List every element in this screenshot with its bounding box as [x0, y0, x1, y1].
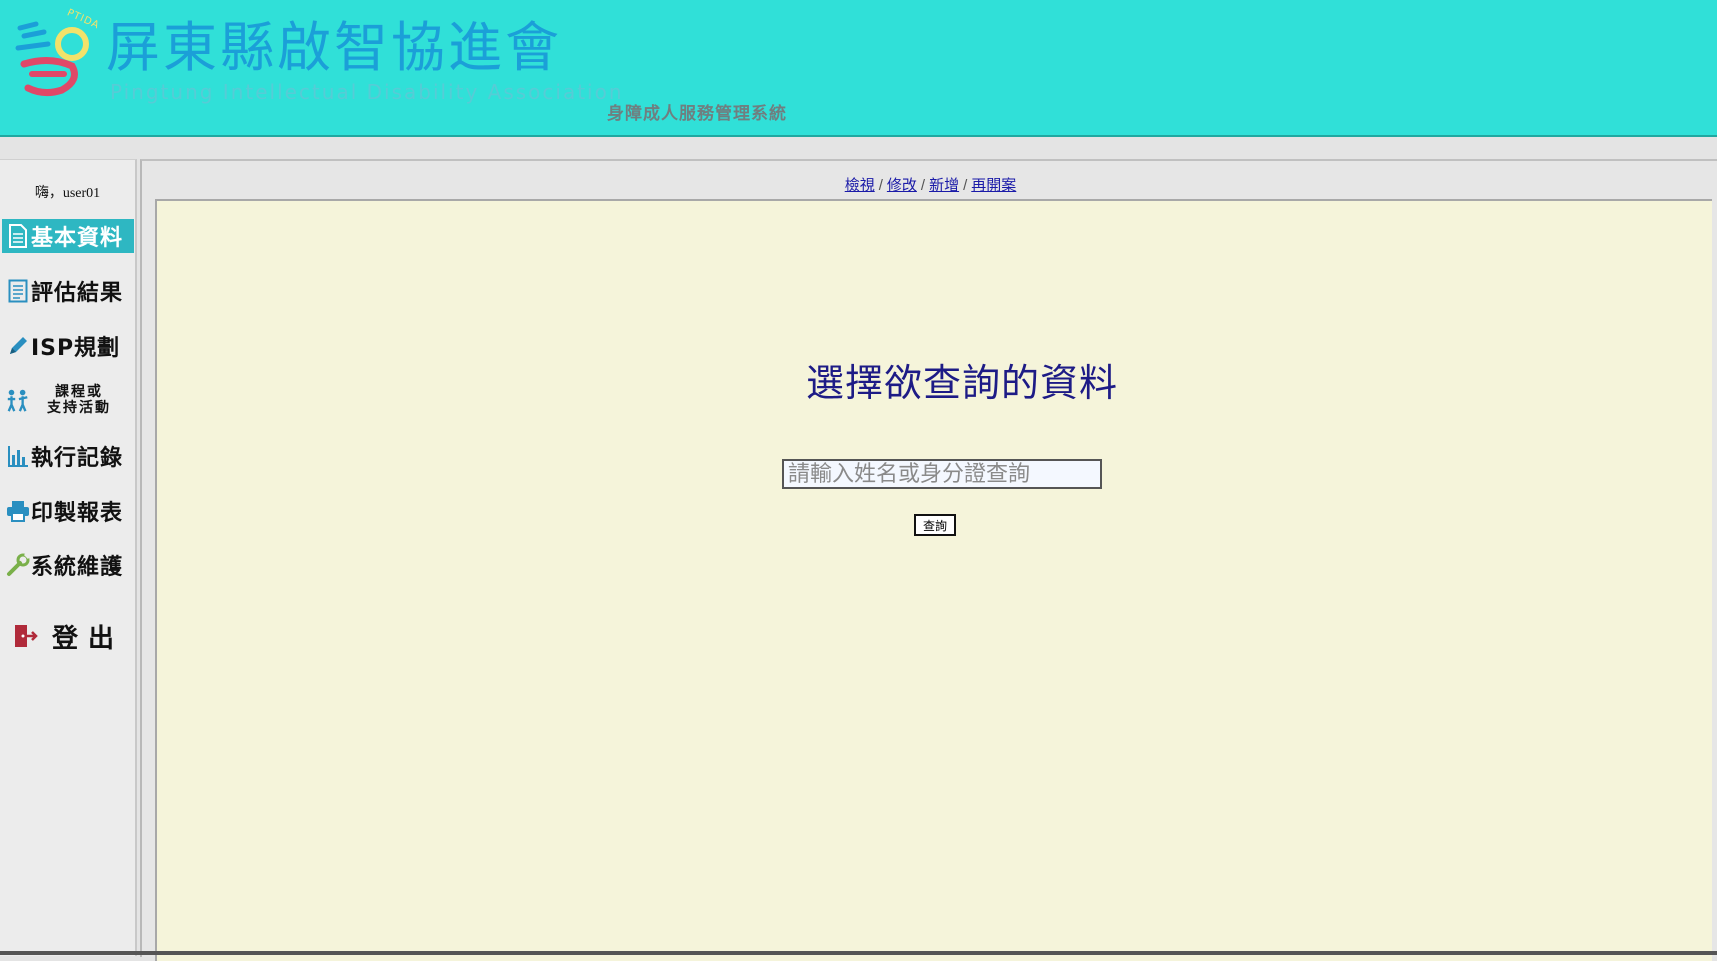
logo-icon: [15, 21, 89, 97]
system-name: 身障成人服務管理系統: [607, 104, 787, 124]
sidebar-item-label: 執行記錄: [31, 446, 124, 471]
bar-chart-icon: [5, 442, 31, 470]
view-link[interactable]: 檢視: [845, 177, 875, 194]
edit-link[interactable]: 修改: [887, 177, 917, 194]
header-banner: PTIDA 屏東縣啟智協進會 Pingtung Intellectual Dis…: [0, 0, 1717, 137]
sidebar-item-basic-info[interactable]: 基本資料: [2, 219, 134, 253]
link-separator: /: [878, 177, 883, 194]
sidebar-item-label: 課程或 支持活動: [31, 384, 127, 416]
sidebar-item-print-reports[interactable]: 印製報表: [2, 494, 134, 528]
sidebar-item-label: 評估結果: [31, 281, 124, 306]
sidebar-item-label: 基本資料: [31, 226, 124, 251]
reopen-case-link[interactable]: 再開案: [971, 177, 1016, 194]
sidebar-item-label-line1: 課程或: [55, 384, 103, 400]
exit-door-icon: [12, 622, 38, 650]
query-heading: 選擇欲查詢的資料: [805, 361, 1118, 405]
sidebar-item-isp-planning[interactable]: ISP規劃: [2, 329, 134, 363]
sidebar-item-label: 系統維護: [31, 555, 124, 580]
logout-label: 登出: [52, 623, 125, 654]
sidebar-item-label: 印製報表: [31, 501, 124, 526]
link-separator: /: [920, 177, 926, 194]
sidebar-item-execution-records[interactable]: 執行記錄: [2, 439, 134, 473]
search-button[interactable]: 查詢: [914, 514, 956, 536]
sidebar-item-assessment[interactable]: 評估結果: [2, 274, 134, 308]
logout-button[interactable]: 登出: [2, 616, 134, 656]
people-activity-icon: [5, 386, 31, 414]
sidebar-item-system-maintenance[interactable]: 系統維護: [2, 548, 134, 582]
wrench-icon: [5, 551, 31, 579]
user-greeting: 嗨，user01: [34, 186, 101, 201]
document-icon: [5, 222, 31, 250]
add-link[interactable]: 新增: [929, 177, 959, 194]
printer-icon: [5, 497, 31, 525]
sidebar-item-label: ISP規劃: [31, 336, 121, 361]
main-panel: 檢視/修改/新增/再開案 選擇欲查詢的資料 查詢: [140, 159, 1717, 961]
organization-name-english: Pingtung Intellectual Disability Associa…: [110, 80, 624, 104]
link-separator: /: [963, 177, 968, 194]
pencil-icon: [5, 332, 31, 360]
sidebar: 嗨，user01 基本資料 評估結果 ISP規劃 課程或 支持活動 執行記錄 印…: [0, 159, 137, 956]
view-links: 檢視 / 修改 / 新增 / 再開案: [142, 174, 1717, 195]
organization-name: 屏東縣啟智協進會: [106, 16, 562, 79]
search-input[interactable]: [782, 459, 1102, 489]
content-area: 選擇欲查詢的資料 查詢: [155, 199, 1712, 961]
horizontal-scrollbar[interactable]: [0, 951, 1717, 955]
checklist-icon: [5, 277, 31, 305]
sidebar-item-label-line2: 支持活動: [47, 400, 111, 416]
sidebar-item-courses-activities[interactable]: 課程或 支持活動: [2, 380, 134, 420]
